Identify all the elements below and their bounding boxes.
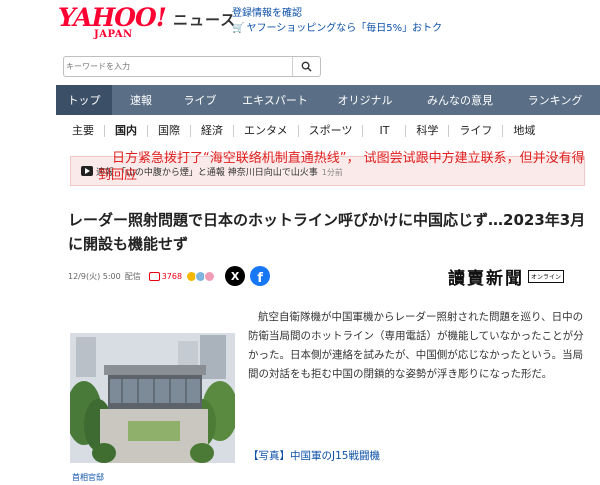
publisher-tag: オンライン [528,270,565,283]
main-nav-ranking[interactable]: ランキング [510,85,600,115]
article-distribution: 配信 [124,271,141,281]
photo-link[interactable]: 【写真】中国軍のJ15戦闘機 [248,448,380,463]
comment-count: 3768 [161,271,183,281]
search-input[interactable] [66,59,290,74]
category-science[interactable]: 科学 [406,125,450,137]
comment-link[interactable]: 3768 [148,271,183,281]
main-nav-breaking[interactable]: 速報 [112,85,170,115]
search-box [63,56,321,77]
main-nav-opinions[interactable]: みんなの意見 [410,85,510,115]
x-share-icon[interactable]: X [225,266,246,286]
article-body: 航空自衛隊機が中国軍機からレーダー照射された問題を巡り、日中の防衛当局間のホット… [248,311,584,380]
play-icon [81,166,93,176]
photo-caption: 首相官邸 [72,473,104,482]
article-photo[interactable] [70,303,235,463]
logo-main: YAHOO! [58,3,167,32]
category-economy[interactable]: 経済 [191,125,234,137]
main-nav-top[interactable]: トップ [56,85,112,115]
register-info-link[interactable]: 登録情報を確認 [232,6,442,21]
publisher-logo[interactable]: 讀賣新聞 オンライン [448,264,565,289]
category-nav: 主要 国内 国際 経済 エンタメ スポーツ IT 科学 ライフ 地域 [56,118,600,144]
category-sports[interactable]: スポーツ [299,125,364,137]
article-date: 12/9(火) 5:00 [68,271,121,281]
reaction-icons[interactable] [186,270,216,282]
publisher-name: 讀賣新聞 [448,269,524,289]
category-life[interactable]: ライフ [449,125,504,137]
category-domestic[interactable]: 国内 [105,125,148,137]
article-meta: 12/9(火) 5:00 配信 3768 X f [68,266,271,286]
main-nav-original[interactable]: オリジナル [320,85,410,115]
cart-icon: 🛒 [232,23,245,34]
site-header: YAHOO! JAPAN ニュース 登録情報を確認 🛒 ヤフーショッピングなら「毎… [0,0,600,50]
logo-sub: JAPAN [94,29,133,40]
shopping-promo-label: ヤフーショッピングなら「毎日5%」おトク [246,23,443,34]
header-links: 登録情報を確認 🛒 ヤフーショッピングなら「毎日5%」おトク [232,6,442,36]
category-it[interactable]: IT [363,125,407,137]
main-nav-live[interactable]: ライブ [170,85,230,115]
search-button[interactable] [292,57,320,76]
shopping-promo-link[interactable]: 🛒 ヤフーショッピングなら「毎日5%」おトク [232,21,442,36]
yahoo-japan-logo[interactable]: YAHOO! JAPAN [58,4,170,42]
category-international[interactable]: 国際 [148,125,191,137]
comment-icon [148,271,160,281]
overlay-annotation: 日方紧急拨打了“海空联络机制直通热线”， 试图尝试跟中方建立联系，但并没有得到回… [98,151,585,183]
service-name[interactable]: ニュース [173,9,236,30]
category-local[interactable]: 地域 [503,125,545,137]
main-nav: トップ 速報 ライブ エキスパート オリジナル みんなの意見 ランキング [56,85,600,115]
category-main[interactable]: 主要 [56,125,105,137]
article-title: レーダー照射問題で日本のホットライン呼びかけに中国応じず…2023年3月に開設も… [68,211,586,253]
facebook-share-icon[interactable]: f [250,266,271,286]
reaction-icon [204,270,216,282]
main-nav-expert[interactable]: エキスパート [230,85,320,115]
category-entertainment[interactable]: エンタメ [234,125,299,137]
search-icon [301,61,312,72]
